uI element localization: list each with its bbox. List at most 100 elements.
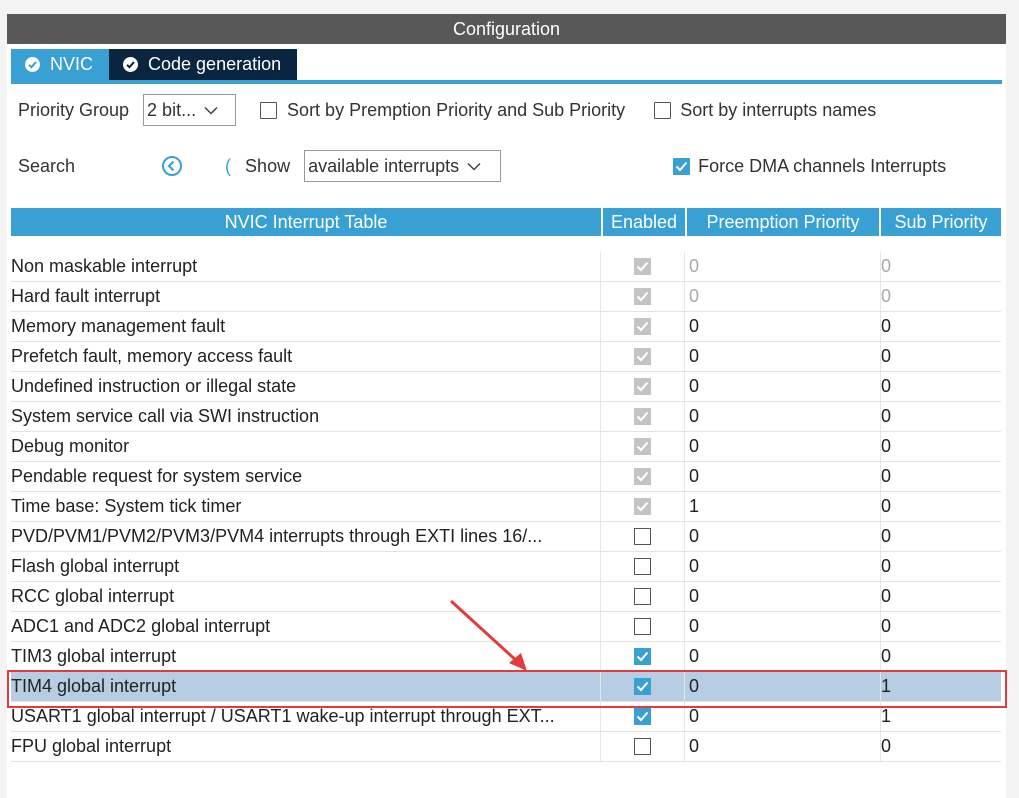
preemption-priority-cell[interactable]: 0 <box>685 402 881 431</box>
show-filter-select[interactable]: available interrupts <box>304 150 502 182</box>
enabled-checkbox-locked <box>634 408 651 425</box>
table-row[interactable]: Time base: System tick timer 1 0 <box>11 492 1001 522</box>
table-row[interactable]: PVD/PVM1/PVM2/PVM3/PVM4 interrupts throu… <box>11 522 1001 552</box>
window-top-strip <box>0 0 1019 14</box>
enabled-checkbox-locked <box>634 318 651 335</box>
preemption-priority-cell[interactable]: 0 <box>685 552 881 581</box>
table-row[interactable]: System service call via SWI instruction 0… <box>11 402 1001 432</box>
enabled-cell <box>601 432 685 461</box>
enabled-cell <box>601 612 685 641</box>
table-row[interactable]: Hard fault interrupt 0 0 <box>11 282 1001 312</box>
column-header-sub[interactable]: Sub Priority <box>881 208 1001 236</box>
enabled-checkbox[interactable] <box>634 738 651 755</box>
tab-bar: NVIC Code generation <box>11 49 298 80</box>
enabled-checkbox[interactable] <box>634 528 651 545</box>
table-row[interactable]: Non maskable interrupt 0 0 <box>11 252 1001 282</box>
sub-priority-cell[interactable]: 0 <box>881 462 1001 491</box>
preemption-priority-cell[interactable]: 0 <box>685 732 881 761</box>
preemption-priority-cell: 0 <box>685 282 881 311</box>
chevron-left-circle-icon[interactable] <box>161 155 183 177</box>
interrupt-name-cell: TIM4 global interrupt <box>11 672 601 701</box>
window-right-edge <box>1005 0 1019 798</box>
table-row[interactable]: ADC1 and ADC2 global interrupt 0 0 <box>11 612 1001 642</box>
nvic-table-body: Non maskable interrupt 0 0 Hard fault inter… <box>11 252 1001 762</box>
sub-priority-cell[interactable]: 0 <box>881 432 1001 461</box>
interrupt-name-cell: Debug monitor <box>11 432 601 461</box>
table-row[interactable]: Memory management fault 0 0 <box>11 312 1001 342</box>
preemption-priority-cell[interactable]: 0 <box>685 462 881 491</box>
sub-priority-cell[interactable]: 1 <box>881 702 1001 731</box>
enabled-checkbox[interactable] <box>634 588 651 605</box>
enabled-checkbox[interactable] <box>634 648 651 665</box>
column-header-preemption[interactable]: Preemption Priority <box>687 208 881 236</box>
table-row[interactable]: Debug monitor 0 0 <box>11 432 1001 462</box>
priority-group-label: Priority Group <box>18 99 130 120</box>
sub-priority-cell[interactable]: 0 <box>881 402 1001 431</box>
table-row[interactable]: USART1 global interrupt / USART1 wake-up… <box>11 702 1001 732</box>
tab-accent-line <box>11 80 1002 84</box>
preemption-priority-cell[interactable]: 0 <box>685 522 881 551</box>
sub-priority-cell[interactable]: 0 <box>881 642 1001 671</box>
preemption-priority-cell[interactable]: 0 <box>685 372 881 401</box>
configuration-title: Configuration <box>452 18 561 39</box>
enabled-cell <box>601 582 685 611</box>
search-controls-row: Search ( Show available interrupts Force… <box>18 150 998 182</box>
enabled-checkbox[interactable] <box>634 558 651 575</box>
table-row[interactable]: TIM4 global interrupt 0 1 <box>11 672 1001 702</box>
enabled-checkbox-locked <box>634 498 651 515</box>
enabled-checkbox-locked <box>634 288 651 305</box>
sort-names-checkbox[interactable] <box>654 101 672 119</box>
column-header-name[interactable]: NVIC Interrupt Table <box>11 208 603 236</box>
interrupt-name-cell: Time base: System tick timer <box>11 492 601 521</box>
sub-priority-cell[interactable]: 0 <box>881 522 1001 551</box>
column-header-enabled[interactable]: Enabled <box>603 208 687 236</box>
table-row[interactable]: RCC global interrupt 0 0 <box>11 582 1001 612</box>
enabled-checkbox[interactable] <box>634 618 651 635</box>
priority-group-select[interactable]: 2 bit... <box>143 94 237 126</box>
force-dma-checkbox[interactable] <box>673 157 691 175</box>
table-row[interactable]: Flash global interrupt 0 0 <box>11 552 1001 582</box>
sub-priority-cell[interactable]: 1 <box>881 672 1001 701</box>
preemption-priority-cell[interactable]: 0 <box>685 432 881 461</box>
preemption-priority-cell[interactable]: 0 <box>685 312 881 341</box>
sub-priority-cell: 0 <box>881 256 892 276</box>
sub-priority-cell[interactable]: 0 <box>881 582 1001 611</box>
nvic-table-header: NVIC Interrupt Table Enabled Preemption … <box>11 208 1001 236</box>
sub-priority-cell[interactable]: 0 <box>881 492 1001 521</box>
enabled-cell <box>601 342 685 371</box>
sub-priority-cell[interactable]: 0 <box>881 552 1001 581</box>
sub-priority-cell[interactable]: 0 <box>881 342 1001 371</box>
preemption-priority-cell[interactable]: 0 <box>685 582 881 611</box>
enabled-checkbox[interactable] <box>634 708 651 725</box>
sort-premption-checkbox[interactable] <box>260 101 278 119</box>
preemption-priority-cell[interactable]: 0 <box>685 612 881 641</box>
sub-priority-cell[interactable]: 0 <box>881 312 1001 341</box>
table-row[interactable]: FPU global interrupt 0 0 <box>11 732 1001 762</box>
sub-priority-cell[interactable]: 0 <box>881 732 1001 761</box>
enabled-checkbox[interactable] <box>634 678 651 695</box>
search-next-icon[interactable]: ( <box>225 156 231 177</box>
preemption-priority-cell[interactable]: 0 <box>685 642 881 671</box>
tab-nvic[interactable]: NVIC <box>11 49 110 80</box>
tab-nvic-label: NVIC <box>50 54 94 74</box>
sort-names-label: Sort by interrupts names <box>680 99 877 120</box>
preemption-priority-cell[interactable]: 0 <box>685 672 881 701</box>
search-label: Search <box>18 155 76 176</box>
enabled-checkbox-locked <box>634 438 651 455</box>
interrupt-name-cell: Memory management fault <box>11 312 601 341</box>
interrupt-name-cell: TIM3 global interrupt <box>11 642 601 671</box>
preemption-priority-cell[interactable]: 0 <box>685 342 881 371</box>
enabled-cell <box>601 492 685 521</box>
preemption-priority-cell[interactable]: 0 <box>685 702 881 731</box>
preemption-priority-cell: 0 <box>685 252 881 281</box>
enabled-checkbox-locked <box>634 378 651 395</box>
table-row[interactable]: TIM3 global interrupt 0 0 <box>11 642 1001 672</box>
sub-priority-cell[interactable]: 0 <box>881 612 1001 641</box>
table-row[interactable]: Pendable request for system service 0 0 <box>11 462 1001 492</box>
tab-code-generation[interactable]: Code generation <box>109 49 298 80</box>
table-row[interactable]: Prefetch fault, memory access fault 0 0 <box>11 342 1001 372</box>
table-row[interactable]: Undefined instruction or illegal state 0 0 <box>11 372 1001 402</box>
preemption-priority-cell[interactable]: 1 <box>685 492 881 521</box>
sub-priority-cell[interactable]: 0 <box>881 372 1001 401</box>
force-dma-label: Force DMA channels Interrupts <box>698 155 947 176</box>
